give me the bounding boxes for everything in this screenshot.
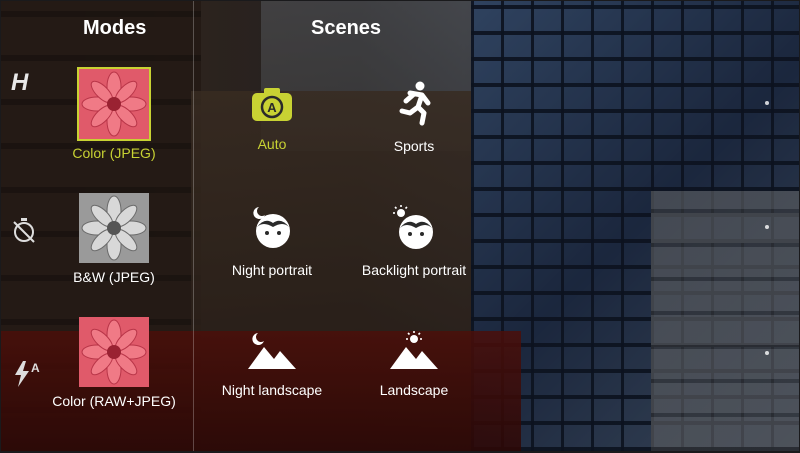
scene-label: Sports	[393, 138, 435, 154]
scene-backlight-portrait[interactable]: Backlight portrait	[339, 205, 489, 278]
mode-thumbnail	[77, 67, 151, 141]
mode-bw-jpeg[interactable]: B&W (JPEG)	[39, 191, 189, 285]
scene-label: Night portrait	[231, 262, 313, 278]
scene-label: Landscape	[379, 382, 449, 398]
auto-icon: A	[252, 88, 292, 121]
mode-label: B&W (JPEG)	[73, 269, 155, 285]
mode-color-jpeg[interactable]: Color (JPEG)	[39, 67, 189, 161]
scene-landscape[interactable]: Landscape	[339, 331, 489, 398]
scene-sports[interactable]: Sports	[339, 81, 489, 154]
page-indicator-dot	[765, 225, 769, 229]
scene-night-landscape[interactable]: Night landscape	[197, 331, 347, 398]
page-indicator-dot	[765, 351, 769, 355]
backlight-portrait-icon	[393, 205, 433, 249]
landscape-icon	[390, 331, 438, 369]
running-person-icon	[399, 81, 431, 126]
night-landscape-icon	[248, 333, 296, 369]
scene-label: Backlight portrait	[361, 262, 467, 278]
panel-divider	[193, 1, 194, 451]
hdr-icon[interactable]: H	[11, 69, 28, 97]
mode-thumbnail	[77, 191, 151, 265]
flower-thumbnail-icon	[79, 317, 149, 387]
mode-thumbnail	[77, 315, 151, 389]
mode-color-raw-jpeg[interactable]: Color (RAW+JPEG)	[39, 315, 189, 409]
scenes-heading: Scenes	[311, 17, 382, 39]
mode-label: Color (JPEG)	[72, 145, 156, 161]
timer-off-icon[interactable]	[11, 216, 37, 244]
flower-thumbnail-icon	[79, 69, 149, 139]
night-portrait-icon	[253, 207, 290, 248]
svg-text:A: A	[267, 100, 277, 115]
page-indicator-dot	[765, 101, 769, 105]
scene-label: Night landscape	[221, 382, 323, 398]
lightning-icon	[15, 361, 29, 387]
scene-label: Auto	[257, 136, 287, 152]
flower-thumbnail-icon	[79, 193, 149, 263]
modes-heading: Modes	[83, 17, 147, 39]
camera-viewfinder: H A Modes Color (JPEG) B&W (JPEG) Color …	[1, 1, 799, 451]
mode-label: Color (RAW+JPEG)	[52, 393, 176, 409]
scene-night-portrait[interactable]: Night portrait	[197, 205, 347, 278]
scene-auto[interactable]: A Auto	[197, 85, 347, 152]
